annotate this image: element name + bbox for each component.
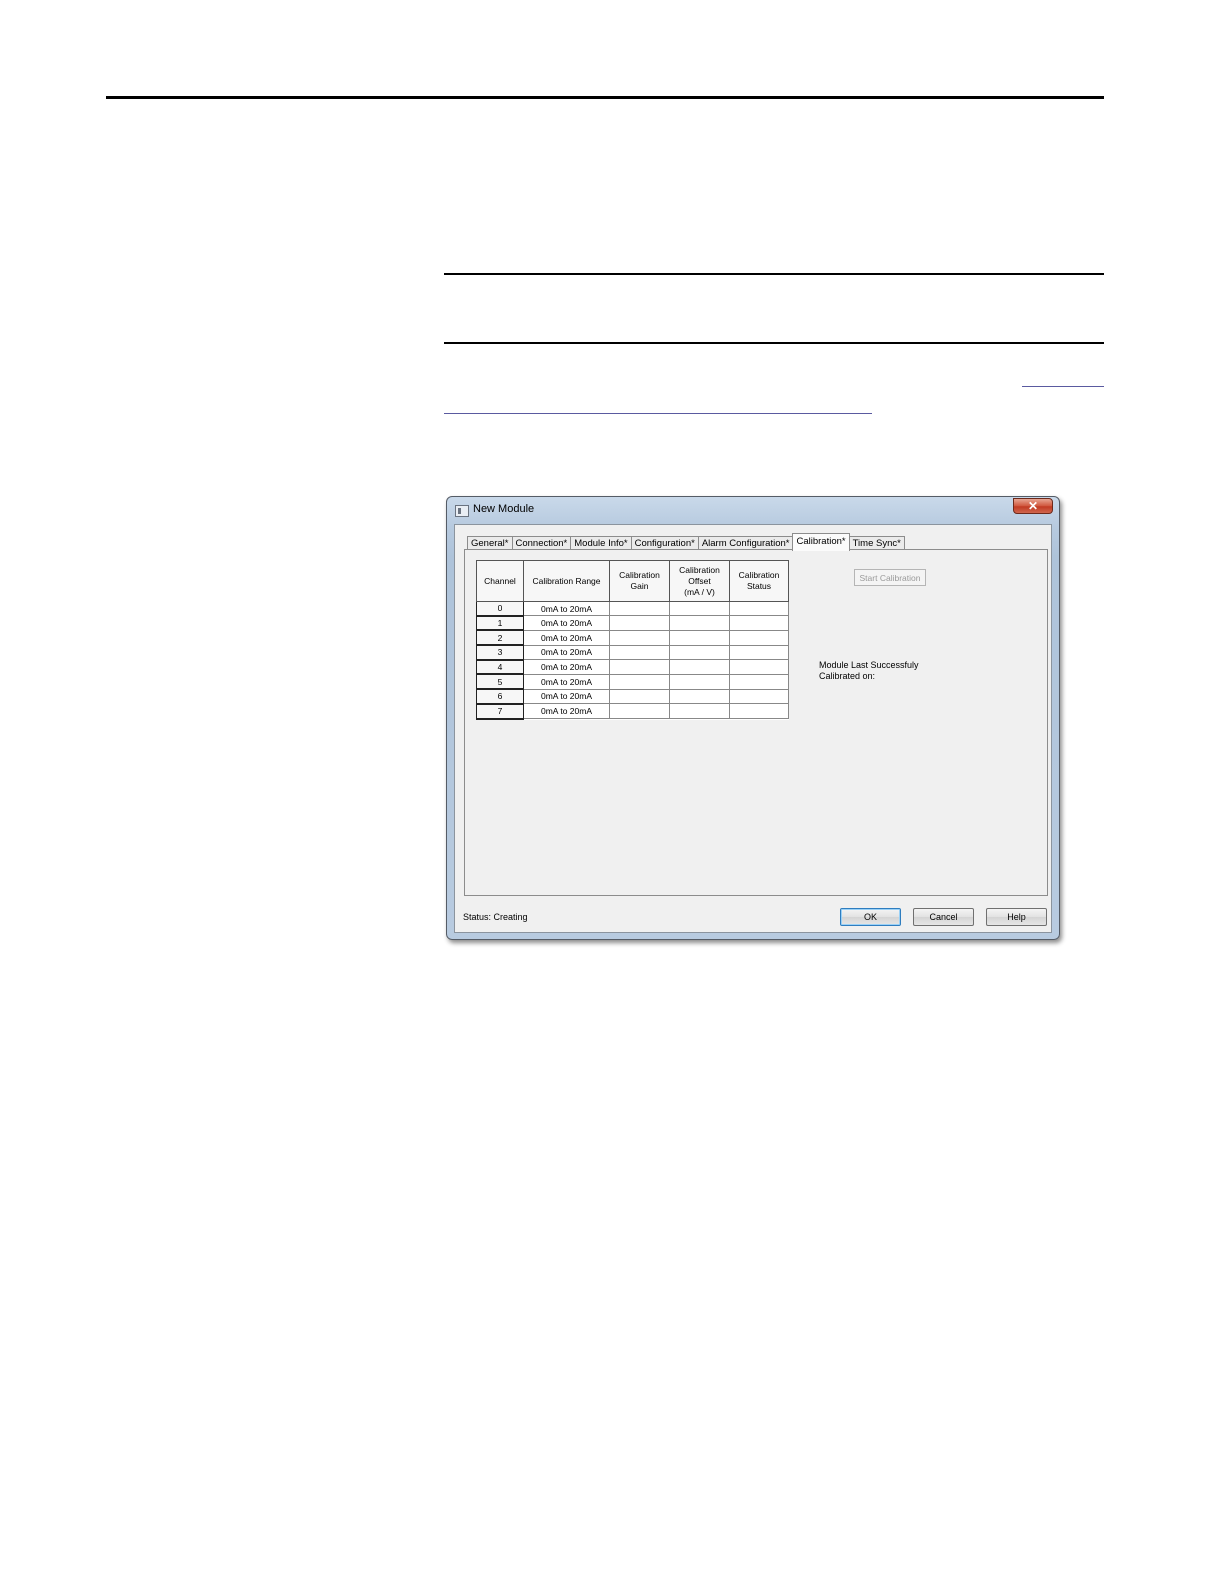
range-cell[interactable]: 0mA to 20mA [523, 644, 610, 661]
offset-cell[interactable] [669, 615, 730, 631]
range-cell[interactable]: 0mA to 20mA [523, 673, 610, 690]
last-calibrated-line2: Calibrated on: [819, 671, 876, 681]
col-header-range-text: Calibration Range [532, 575, 601, 586]
table-row: 4 0mA to 20mA [476, 659, 789, 676]
col-header-offset-line2: Offset [688, 575, 711, 586]
calibration-panel: Channel Calibration Range Calibration Gai… [464, 549, 1048, 896]
col-header-status: Calibration Status [729, 560, 789, 602]
offset-cell[interactable] [669, 703, 730, 719]
offset-cell[interactable] [669, 629, 730, 646]
channel-cell: 4 [476, 659, 524, 676]
range-cell[interactable]: 0mA to 20mA [523, 629, 610, 646]
tab-calibration[interactable]: Calibration* [792, 533, 850, 551]
col-header-channel: Channel [476, 560, 524, 602]
last-calibrated-line1: Module Last Successfuly [819, 660, 919, 670]
col-header-range: Calibration Range [523, 560, 610, 602]
cancel-button[interactable]: Cancel [913, 908, 974, 926]
gain-cell[interactable] [609, 615, 670, 631]
channel-cell: 6 [476, 688, 524, 705]
col-header-gain-line1: Calibration [619, 570, 660, 580]
col-header-gain: Calibration Gain [609, 560, 670, 602]
ok-button[interactable]: OK [840, 908, 901, 926]
status-cell [729, 615, 789, 631]
channel-cell: 0 [476, 600, 524, 617]
window-title: New Module [473, 503, 535, 515]
gain-cell[interactable] [609, 600, 670, 617]
col-header-offset-line1: Calibration [679, 564, 720, 575]
gain-cell[interactable] [609, 629, 670, 646]
range-cell[interactable]: 0mA to 20mA [523, 659, 610, 675]
table-row: 5 0mA to 20mA [476, 673, 789, 691]
calibration-table: Channel Calibration Range Calibration Gai… [476, 560, 789, 720]
table-row: 3 0mA to 20mA [476, 644, 789, 661]
table-row: 0 0mA to 20mA [476, 600, 789, 617]
close-button[interactable]: ✕ [1013, 498, 1053, 514]
col-header-status-line1: Calibration [738, 570, 780, 580]
offset-cell[interactable] [669, 600, 730, 617]
col-header-offset: Calibration Offset (mA / V) [669, 560, 730, 602]
start-calibration-button[interactable]: Start Calibration [854, 569, 926, 586]
link-underline-2[interactable] [444, 413, 872, 414]
tab-strip: General* Connection* Module Info* Config… [467, 533, 905, 551]
new-module-dialog: New Module ✕ General* Connection* Module… [446, 496, 1060, 940]
page-header-rule [106, 96, 1104, 99]
status-cell [729, 659, 789, 675]
status-cell [729, 673, 789, 690]
table-row: 7 0mA to 20mA [476, 703, 789, 720]
gain-cell[interactable] [609, 703, 670, 719]
channel-cell: 1 [476, 615, 524, 632]
status-cell [729, 629, 789, 646]
table-header-row: Channel Calibration Range Calibration Gai… [476, 560, 789, 602]
col-header-gain-line2: Gain [630, 581, 649, 591]
offset-cell[interactable] [669, 688, 730, 705]
channel-cell: 5 [476, 673, 524, 691]
range-cell[interactable]: 0mA to 20mA [523, 703, 610, 719]
range-cell[interactable]: 0mA to 20mA [523, 600, 610, 617]
note-top-rule [444, 273, 1104, 275]
gain-cell[interactable] [609, 659, 670, 675]
channel-cell: 7 [476, 703, 524, 720]
offset-cell[interactable] [669, 659, 730, 675]
col-header-status-line2: Status [746, 581, 772, 591]
col-header-channel-text: Channel [484, 575, 516, 586]
gain-cell[interactable] [609, 673, 670, 690]
gain-cell[interactable] [609, 688, 670, 705]
range-cell[interactable]: 0mA to 20mA [523, 688, 610, 705]
window-app-icon [455, 505, 469, 517]
table-row: 6 0mA to 20mA [476, 688, 789, 705]
col-header-offset-line3: (mA / V) [684, 586, 715, 597]
channel-cell: 3 [476, 644, 524, 661]
offset-cell[interactable] [669, 644, 730, 661]
status-cell [729, 644, 789, 661]
status-cell [729, 600, 789, 617]
help-button[interactable]: Help [986, 908, 1047, 926]
offset-cell[interactable] [669, 673, 730, 690]
link-underline-1[interactable] [1022, 386, 1104, 387]
note-bottom-rule [444, 342, 1104, 344]
dialog-client-area: General* Connection* Module Info* Config… [454, 524, 1052, 933]
gain-cell[interactable] [609, 644, 670, 661]
last-calibrated-info: Module Last Successfuly Calibrated on: [819, 660, 949, 682]
table-row: 1 0mA to 20mA [476, 615, 789, 632]
channel-cell: 2 [476, 629, 524, 647]
table-row: 2 0mA to 20mA [476, 629, 789, 647]
status-cell [729, 703, 789, 719]
range-cell[interactable]: 0mA to 20mA [523, 615, 610, 631]
status-cell [729, 688, 789, 705]
status-text: Status: Creating [463, 912, 528, 922]
